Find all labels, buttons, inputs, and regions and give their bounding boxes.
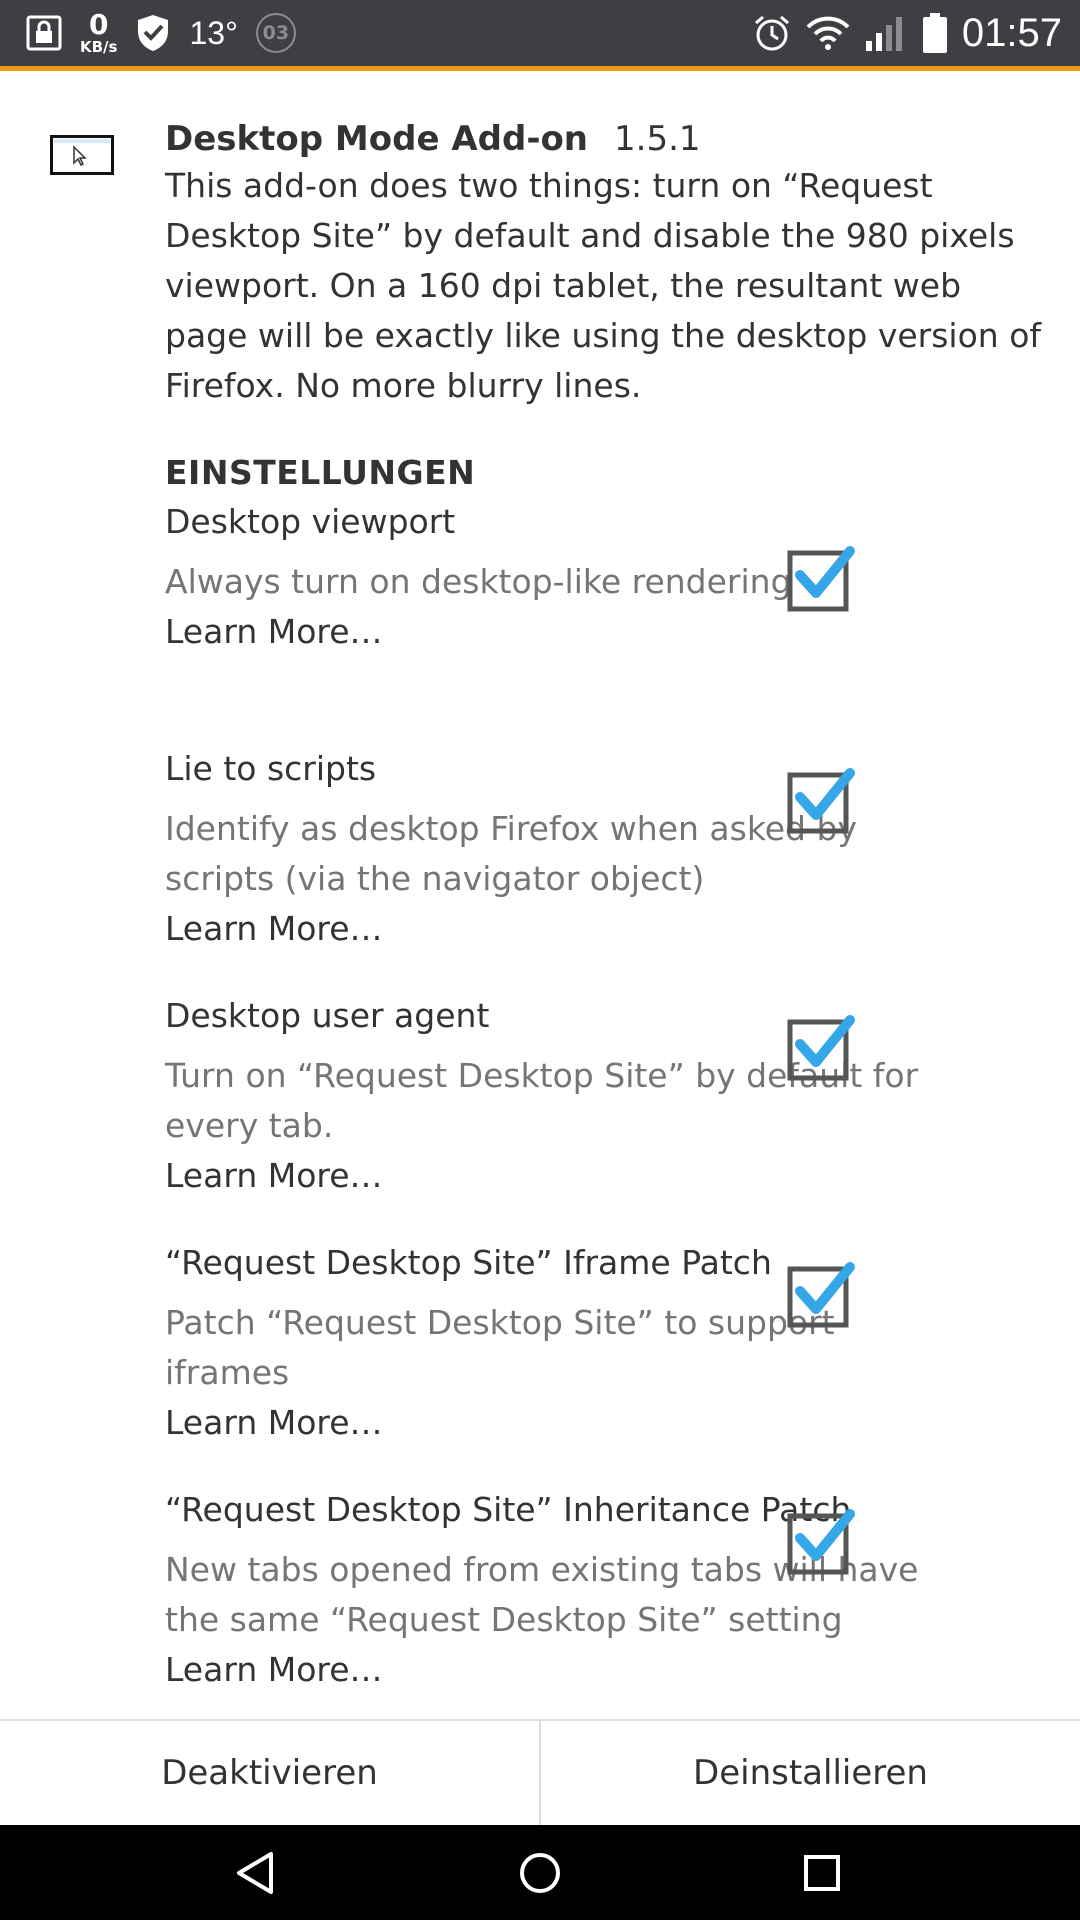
addon-version: 1.5.1 [614, 119, 701, 159]
learn-more-link[interactable]: Learn More… [165, 1645, 1045, 1695]
setting-title: Lie to scripts [165, 749, 377, 788]
setting-desktop-user-agent: Desktop user agent Turn on “Request Desk… [165, 991, 1045, 1201]
learn-more-link[interactable]: Learn More… [165, 1151, 1045, 1201]
settings-heading: EINSTELLUNGEN [165, 453, 476, 492]
setting-iframe-patch: “Request Desktop Site” Iframe Patch Patc… [165, 1238, 1045, 1448]
learn-more-link[interactable]: Learn More… [165, 904, 1045, 954]
checkbox-checked-icon [787, 768, 855, 834]
setting-title: Desktop user agent [165, 996, 490, 1035]
back-button[interactable] [196, 1825, 316, 1920]
addon-detail-page: Desktop Mode Add-on 1.5.1 This add-on doe… [0, 71, 1080, 1719]
checkbox-checked-icon [787, 1262, 855, 1328]
checkbox-checked-icon [787, 546, 855, 612]
network-speed-value: 0 [88, 8, 109, 41]
network-speed-unit: KB/s [80, 38, 118, 56]
lie-to-scripts-checkbox[interactable] [780, 761, 860, 841]
checkbox-checked-icon [787, 1015, 855, 1081]
disable-button[interactable]: Deaktivieren [0, 1721, 539, 1825]
status-bar-right: 01:57 [752, 0, 1062, 66]
network-speed: 0 KB/s [80, 11, 117, 55]
setting-title: Desktop viewport [165, 502, 456, 541]
status-bar: 0 KB/s 13° 03 01:57 [0, 0, 1080, 66]
back-icon [237, 1851, 273, 1894]
desktop-viewport-checkbox[interactable] [780, 539, 860, 619]
checkbox-checked-icon [787, 1509, 855, 1575]
wifi-icon [806, 15, 850, 51]
learn-more-link[interactable]: Learn More… [165, 607, 1045, 657]
uninstall-button[interactable]: Deinstallieren [539, 1721, 1080, 1825]
battery-icon [922, 12, 948, 54]
iframe-patch-checkbox[interactable] [780, 1255, 860, 1335]
addon-description: This add-on does two things: turn on “Re… [165, 166, 1041, 405]
alarm-icon [752, 13, 792, 53]
temperature: 13° [189, 14, 238, 51]
home-button[interactable] [480, 1825, 600, 1920]
learn-more-link[interactable]: Learn More… [165, 1398, 1045, 1448]
addon-icon [50, 135, 114, 175]
clock: 01:57 [961, 10, 1062, 55]
notification-badge: 03 [255, 13, 296, 53]
shield-icon [135, 13, 171, 53]
addon-name: Desktop Mode Add-on [165, 119, 589, 159]
signal-icon [864, 13, 908, 53]
setting-inheritance-patch: “Request Desktop Site” Inheritance Patch… [165, 1485, 1045, 1695]
desktop-user-agent-checkbox[interactable] [780, 1008, 860, 1088]
navigation-bar [0, 1825, 1080, 1920]
addon-header: Desktop Mode Add-on 1.5.1 [165, 119, 701, 159]
recents-icon [804, 1854, 840, 1891]
action-button-bar: Deaktivieren Deinstallieren [0, 1719, 1080, 1825]
setting-title: “Request Desktop Site” Inheritance Patch [165, 1490, 852, 1529]
lock-icon [26, 15, 62, 51]
setting-lie-to-scripts: Lie to scripts Identify as desktop Firef… [165, 744, 1045, 954]
inheritance-patch-checkbox[interactable] [780, 1502, 860, 1582]
setting-title: “Request Desktop Site” Iframe Patch [165, 1243, 772, 1282]
setting-desktop-viewport: Desktop viewport Always turn on desktop-… [165, 497, 1045, 657]
home-icon [520, 1852, 560, 1893]
status-bar-left: 0 KB/s 13° 03 [26, 0, 296, 66]
recents-button[interactable] [762, 1825, 882, 1920]
